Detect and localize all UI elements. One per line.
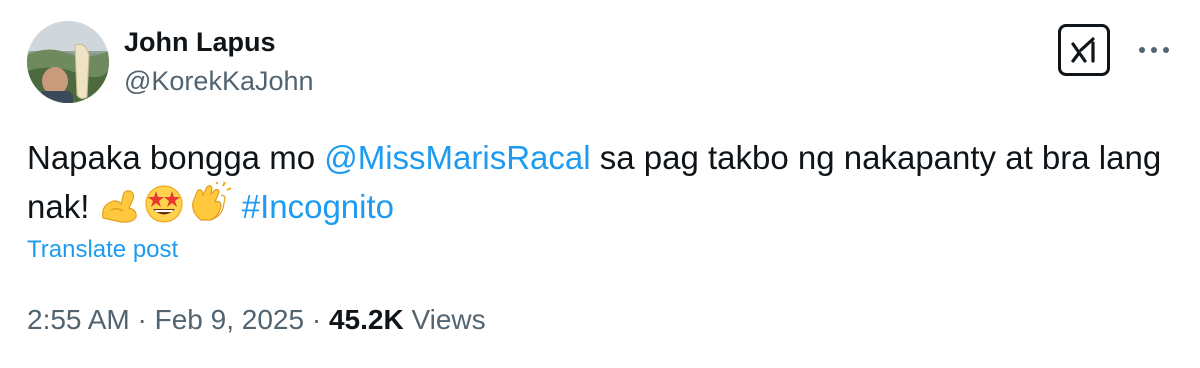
views-label: Views — [403, 304, 486, 335]
translate-post-link[interactable]: Translate post — [27, 234, 178, 266]
profile-photo — [27, 21, 109, 103]
author-name[interactable]: John Lapus — [124, 26, 276, 58]
more-horizontal-icon — [1139, 47, 1169, 53]
post-date[interactable]: Feb 9, 2025 — [155, 304, 304, 335]
meta-separator: · — [304, 304, 329, 335]
post-meta: 2:55 AM · Feb 9, 2025 · 45.2K Views — [27, 300, 486, 340]
avatar[interactable] — [27, 21, 109, 103]
meta-separator: · — [129, 304, 155, 335]
author-handle[interactable]: @KorekKaJohn — [124, 64, 314, 98]
post-text: Napaka bongga mo @MissMarisRacal sa pag … — [27, 134, 1177, 237]
mention-link[interactable]: @MissMarisRacal — [324, 139, 590, 176]
grok-icon — [1071, 37, 1095, 63]
grok-button[interactable] — [1058, 24, 1110, 76]
clapping-hands-emoji — [187, 181, 231, 237]
flexed-biceps-emoji — [99, 186, 141, 237]
hashtag-link[interactable]: #Incognito — [242, 188, 394, 225]
more-options-button[interactable] — [1134, 33, 1174, 67]
star-struck-emoji — [143, 182, 185, 237]
post-time[interactable]: 2:55 AM — [27, 304, 130, 335]
post-text-start: Napaka bongga mo — [27, 139, 325, 176]
views-count: 45.2K — [328, 304, 404, 335]
